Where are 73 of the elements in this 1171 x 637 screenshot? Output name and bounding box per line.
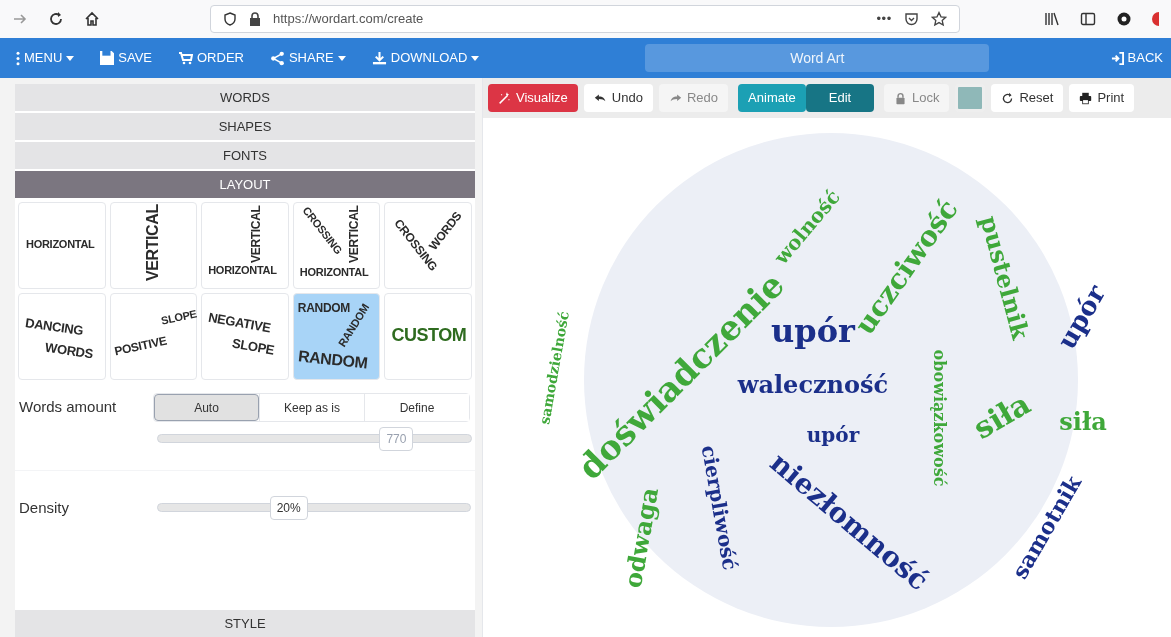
layout-label: HORIZONTAL — [299, 267, 369, 278]
toolbar-button[interactable]: Print — [1069, 84, 1135, 112]
section-header[interactable]: SHAPES — [15, 113, 475, 140]
nav-menu-button[interactable]: MENU — [16, 48, 75, 68]
layout-option[interactable]: NEGATIVE SLOPE — [201, 293, 289, 380]
magic-wand-icon — [498, 91, 511, 105]
layout-label: SLOPE — [231, 336, 276, 357]
layout-label: RANDOM — [297, 348, 369, 372]
extension-icon — [1116, 11, 1132, 27]
layout-label: SLOPE — [159, 308, 198, 327]
layout-label: POSITIVE — [112, 334, 168, 358]
layout-label: HORIZONTAL — [26, 239, 95, 250]
layout-label: NEGATIVE — [207, 310, 272, 335]
nav-menu-button[interactable]: DOWNLOAD — [371, 48, 480, 68]
download-icon — [371, 50, 387, 66]
pocket-icon — [904, 11, 919, 27]
layout-label: HORIZONTAL — [208, 265, 277, 276]
home-icon — [84, 11, 100, 27]
section-header[interactable]: LAYOUT — [15, 171, 475, 198]
layout-option[interactable]: DANCING WORDS — [18, 293, 106, 380]
more-icon[interactable]: ••• — [876, 9, 892, 29]
share-icon — [269, 50, 285, 66]
slider[interactable]: 20% — [156, 495, 471, 521]
reset-icon — [1001, 91, 1015, 105]
section-header[interactable]: STYLE — [15, 610, 475, 637]
word-cloud-word: upór — [806, 422, 860, 447]
layout-option[interactable]: CUSTOM — [384, 293, 472, 380]
segment-button[interactable]: Auto — [154, 394, 259, 421]
nav-menu-button[interactable]: SAVE — [100, 48, 152, 68]
slider-thumb[interactable]: 20% — [269, 496, 308, 520]
padlock-icon — [893, 91, 907, 105]
url-text: https://wordart.com/create — [273, 10, 425, 29]
sign-in-icon — [1110, 51, 1124, 65]
layout-label: VERTICAL — [347, 205, 360, 263]
layout-label: CUSTOM — [391, 326, 467, 344]
word-cloud-word: odwaga — [617, 485, 665, 591]
layout-label: VERTICAL — [144, 204, 161, 281]
extension-badge-icon — [1152, 12, 1159, 26]
printer-icon — [1079, 91, 1093, 105]
toolbar-button[interactable]: Undo — [583, 84, 653, 112]
sidebar-icon — [1080, 11, 1096, 27]
segment-button[interactable]: Define — [364, 394, 469, 421]
address-bar[interactable]: https://wordart.com/create ••• — [210, 5, 960, 33]
shield-icon — [223, 12, 237, 26]
section-header[interactable]: WORDS — [15, 84, 475, 111]
section-header[interactable]: FONTS — [15, 142, 475, 169]
library-icon — [1044, 11, 1060, 27]
field-label: Density — [19, 497, 71, 518]
lock-icon — [249, 12, 261, 26]
star-icon — [931, 11, 947, 27]
layout-option[interactable]: VERTICAL — [109, 202, 198, 289]
word-cloud-word: siła — [1059, 406, 1107, 436]
toolbar-button[interactable]: Reset — [991, 84, 1064, 112]
layout-label: VERTICAL — [250, 205, 263, 263]
mode-toggle-button[interactable]: Edit — [805, 84, 874, 112]
field-label: Words amount — [19, 397, 118, 417]
word-cloud-word: siła — [967, 385, 1037, 446]
back-button[interactable]: BACK — [1110, 48, 1163, 68]
word-cloud-word: obowiązkowość — [929, 349, 949, 487]
cart-icon — [178, 51, 193, 65]
toolbar-button[interactable]: Visualize — [488, 84, 578, 112]
nav-menu-button[interactable]: SHARE — [269, 48, 346, 68]
caret-icon — [337, 55, 346, 61]
layout-option[interactable]: VERTICAL HORIZONTAL — [201, 202, 289, 289]
layout-label: DANCING — [24, 316, 84, 337]
caret-icon — [66, 55, 75, 61]
layout-label: WORDS — [44, 340, 94, 361]
layout-option[interactable]: HORIZONTAL — [18, 202, 106, 289]
reload-icon — [48, 11, 64, 27]
caret-icon — [471, 55, 480, 61]
menu-icon — [16, 50, 20, 66]
layout-option[interactable]: POSITIVE SLOPE — [109, 293, 198, 380]
nav-menu-button[interactable]: ORDER — [178, 48, 244, 68]
